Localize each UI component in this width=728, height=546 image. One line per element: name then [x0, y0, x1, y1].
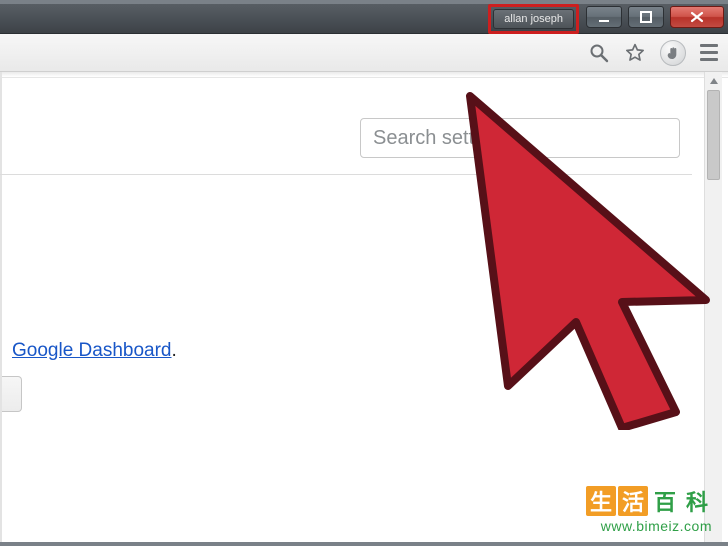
close-button[interactable] [670, 6, 724, 28]
adblock-hand-icon[interactable] [660, 40, 686, 66]
window-titlebar: allan joseph [0, 4, 728, 34]
window-frame: allan joseph [0, 0, 728, 546]
watermark: 生 活 百 科 www.bimeiz.com [586, 486, 712, 534]
google-dashboard-link[interactable]: Google Dashboard [12, 340, 172, 361]
maximize-button[interactable] [628, 6, 664, 28]
section-divider [0, 174, 692, 175]
search-settings-field-wrap [360, 118, 680, 158]
watermark-char-3: 百 [650, 486, 680, 516]
watermark-char-2: 活 [618, 486, 648, 516]
profile-name-label: allan joseph [504, 13, 563, 25]
profile-switcher-chip[interactable]: allan joseph [493, 9, 574, 29]
browser-toolbar [0, 34, 728, 72]
minimize-button[interactable] [586, 6, 622, 28]
search-settings-input[interactable] [360, 118, 680, 158]
watermark-url: www.bimeiz.com [586, 518, 712, 534]
page-top-bevel [0, 72, 728, 78]
dashboard-sentence: Google Dashboard. [12, 340, 177, 362]
scroll-thumb[interactable] [707, 90, 720, 180]
page-left-bevel [0, 72, 2, 542]
vertical-scrollbar [704, 72, 722, 542]
settings-page: Google Dashboard. 生 活 百 科 www.bimeiz.com [0, 72, 728, 542]
hamburger-menu-icon[interactable] [700, 44, 718, 61]
zoom-icon[interactable] [588, 42, 610, 64]
watermark-char-1: 生 [586, 486, 616, 516]
cut-off-button-fragment[interactable] [2, 376, 22, 412]
watermark-title: 生 活 百 科 [586, 486, 712, 516]
bookmark-star-icon[interactable] [624, 42, 646, 64]
scroll-up-button[interactable] [705, 72, 722, 90]
dashboard-trailing-period: . [172, 340, 177, 361]
